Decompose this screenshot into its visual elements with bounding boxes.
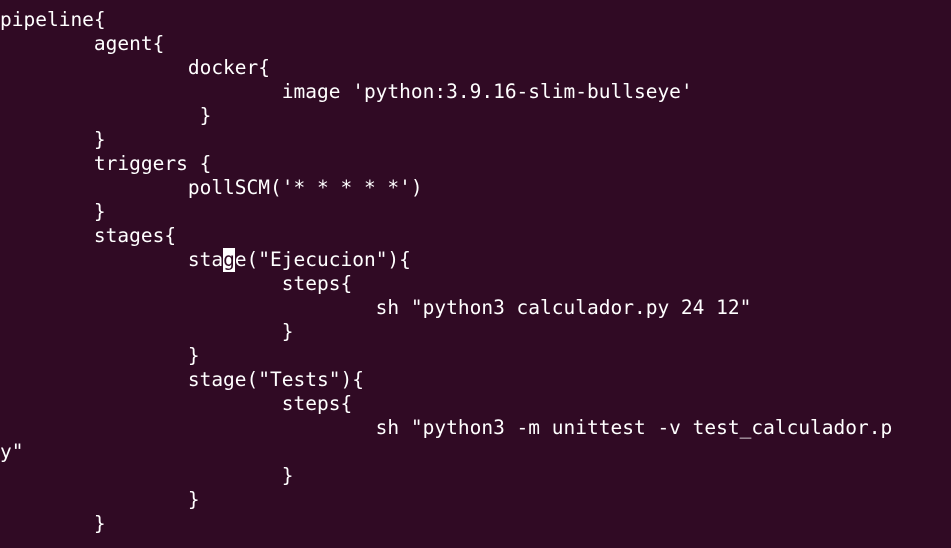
code-line: triggers { [0, 152, 212, 175]
code-line: y" [0, 440, 24, 463]
code-line: sh "python3 -m unittest -v test_calculad… [0, 416, 893, 439]
text-cursor: g [223, 248, 235, 272]
code-line: steps{ [0, 272, 353, 295]
code-line: } [0, 512, 106, 535]
cursor-line-after: e("Ejecucion"){ [234, 248, 411, 271]
code-line: stage("Tests"){ [0, 368, 364, 391]
code-line: sh "python3 calculador.py 24 12" [0, 296, 752, 319]
code-line: pollSCM('* * * * *') [0, 176, 423, 199]
code-line: } [0, 320, 294, 343]
code-line: pipeline{ [0, 8, 106, 31]
code-line: } [0, 344, 200, 367]
code-line: } [0, 488, 200, 511]
code-line: agent{ [0, 32, 165, 55]
cursor-line-before: sta [0, 248, 224, 271]
terminal-window[interactable]: pipeline{ agent{ docker{ image 'python:3… [0, 0, 951, 548]
code-line: } [0, 464, 294, 487]
code-line: docker{ [0, 56, 271, 79]
code-line: } [0, 200, 106, 223]
code-line: } [0, 128, 106, 151]
code-line: } [0, 104, 212, 127]
code-line: image 'python:3.9.16-slim-bullseye' [0, 80, 693, 103]
code-line: steps{ [0, 392, 353, 415]
code-line: stages{ [0, 224, 177, 247]
code-line-with-cursor: stage("Ejecucion"){ [0, 248, 411, 272]
